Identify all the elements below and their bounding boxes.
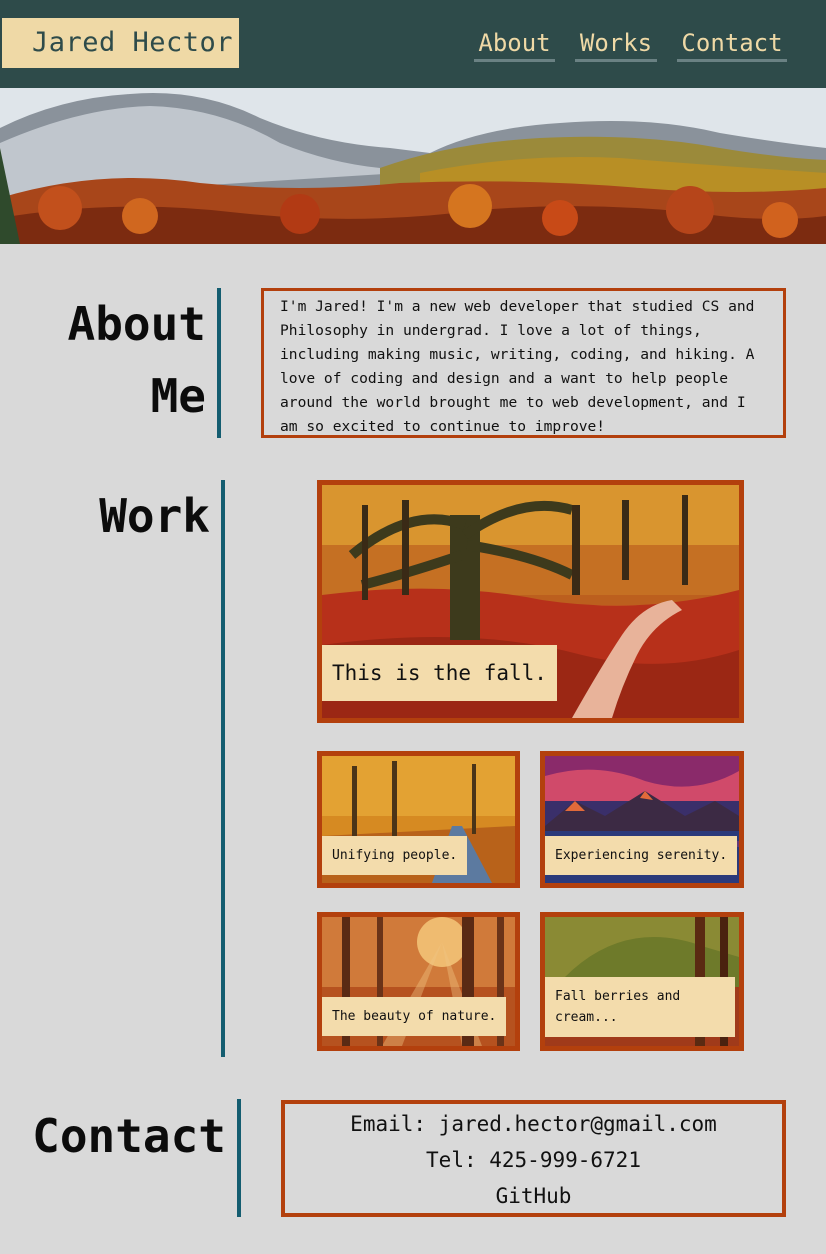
work-item-3-caption: The beauty of nature.: [322, 997, 507, 1036]
nav-about-link[interactable]: About: [474, 26, 555, 62]
contact-github-link[interactable]: GitHub: [285, 1178, 782, 1214]
about-divider: [217, 288, 221, 438]
about-heading: About Me: [40, 288, 206, 432]
about-heading-line2: Me: [150, 369, 206, 423]
site-header: Jared Hector About Works Contact: [0, 0, 826, 88]
site-brand[interactable]: Jared Hector: [2, 18, 239, 68]
work-item-1-caption: Unifying people.: [322, 836, 468, 875]
about-text-box: I'm Jared! I'm a new web developer that …: [261, 288, 786, 438]
work-card-featured[interactable]: This is the fall.: [317, 480, 744, 723]
about-text: I'm Jared! I'm a new web developer that …: [280, 298, 755, 435]
work-divider: [221, 480, 225, 1057]
work-card-4[interactable]: Fall berries and cream...: [540, 912, 744, 1051]
featured-caption: This is the fall.: [322, 645, 557, 701]
contact-divider: [237, 1099, 241, 1217]
work-card-2[interactable]: Experiencing serenity.: [540, 751, 744, 888]
contact-email[interactable]: Email: jared.hector@gmail.com: [285, 1106, 782, 1142]
contact-heading: Contact: [32, 1109, 226, 1163]
about-heading-line1: About: [67, 297, 206, 351]
hero-landscape-image: [0, 88, 826, 244]
nav-works-link[interactable]: Works: [575, 26, 657, 62]
work-item-2-caption: Experiencing serenity.: [545, 836, 738, 875]
contact-box: Email: jared.hector@gmail.com Tel: 425-9…: [281, 1100, 786, 1217]
contact-phone[interactable]: Tel: 425-999-6721: [285, 1142, 782, 1178]
work-heading: Work: [99, 489, 210, 543]
work-item-4-caption: Fall berries and cream...: [545, 977, 735, 1037]
nav-contact-link[interactable]: Contact: [677, 26, 787, 62]
work-card-3[interactable]: The beauty of nature.: [317, 912, 520, 1051]
work-card-1[interactable]: Unifying people.: [317, 751, 520, 888]
